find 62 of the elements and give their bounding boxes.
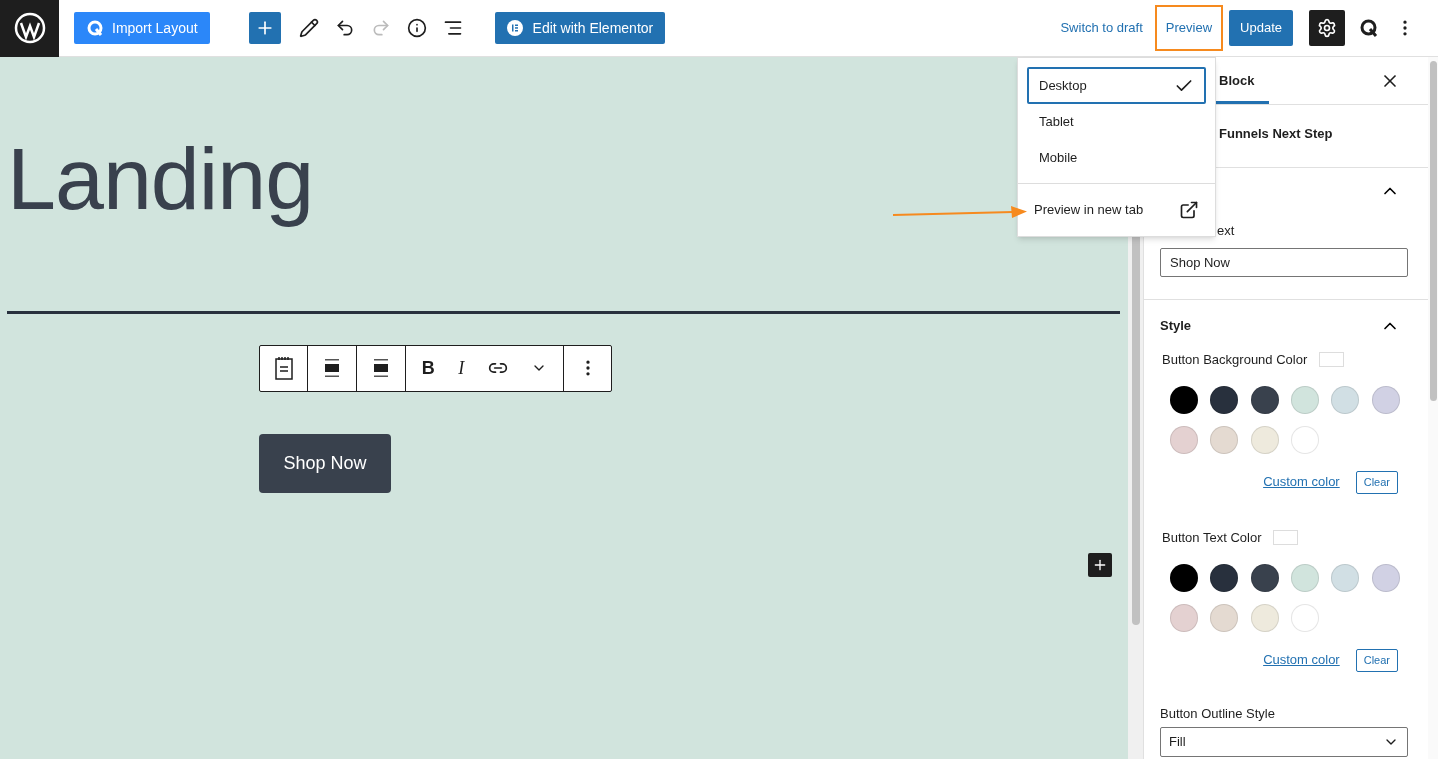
pencil-icon[interactable]	[298, 18, 319, 38]
external-link-icon	[1179, 200, 1199, 220]
shop-now-button[interactable]: Shop Now	[259, 433, 391, 493]
device-option[interactable]: Desktop	[1027, 67, 1206, 104]
color-swatch[interactable]	[1250, 385, 1279, 414]
align-icon[interactable]	[373, 358, 389, 379]
italic-button[interactable]: I	[458, 354, 465, 382]
bold-button[interactable]: B	[421, 354, 435, 382]
color-swatch[interactable]	[1250, 563, 1279, 592]
color-swatch[interactable]	[1210, 385, 1239, 414]
custom-color-link[interactable]: Custom color	[1263, 650, 1340, 670]
field-label: ext	[1217, 222, 1236, 240]
color-swatch[interactable]	[1371, 385, 1400, 414]
custom-color-link[interactable]: Custom color	[1263, 472, 1340, 492]
color-swatch[interactable]	[1170, 603, 1198, 632]
color-swatch[interactable]	[1170, 385, 1198, 414]
color-swatch[interactable]	[1371, 563, 1400, 592]
preview-new-tab-item[interactable]: Preview in new tab	[1018, 184, 1215, 236]
color-indicator	[1273, 529, 1299, 545]
color-swatch[interactable]	[1210, 603, 1239, 632]
clear-button[interactable]: Clear	[1355, 470, 1398, 494]
setting-label: Button Text Color	[1162, 529, 1262, 545]
color-swatch[interactable]	[1331, 385, 1360, 414]
color-swatch[interactable]	[1291, 425, 1319, 454]
setting-label: Button Background Color	[1162, 351, 1308, 367]
elementor-icon	[506, 20, 523, 36]
update-button[interactable]: Update	[1229, 10, 1293, 46]
align-icon[interactable]	[324, 358, 340, 379]
color-swatch[interactable]	[1250, 603, 1279, 632]
settings-button[interactable]	[1309, 10, 1345, 46]
add-block-button[interactable]	[1088, 552, 1112, 577]
button-text-field[interactable]: Shop Now	[1160, 247, 1408, 277]
notepad-icon[interactable]	[274, 356, 293, 381]
gear-icon	[1317, 18, 1337, 38]
preview-button[interactable]: Preview	[1154, 5, 1224, 51]
color-swatch[interactable]	[1170, 563, 1198, 592]
color-swatch[interactable]	[1331, 563, 1360, 592]
color-swatch[interactable]	[1210, 563, 1239, 592]
q-logo-icon[interactable]	[1359, 18, 1379, 38]
scrollbar-thumb[interactable]	[1429, 61, 1437, 401]
import-layout-button[interactable]: Import Layout	[74, 12, 210, 44]
outline-style-select[interactable]: Fill	[1160, 727, 1408, 757]
device-option[interactable]: Mobile	[1027, 139, 1206, 176]
block-name: Funnels Next Step	[1219, 125, 1333, 143]
wordpress-logo[interactable]	[0, 0, 59, 57]
color-indicator	[1319, 351, 1345, 367]
info-icon[interactable]	[406, 18, 427, 38]
undo-icon[interactable]	[334, 18, 355, 38]
device-option[interactable]: Tablet	[1027, 103, 1206, 140]
setting-label: Button Outline Style	[1160, 704, 1276, 723]
color-swatch[interactable]	[1291, 385, 1319, 414]
color-swatch[interactable]	[1291, 563, 1319, 592]
clear-button[interactable]: Clear	[1355, 648, 1398, 672]
color-swatch[interactable]	[1250, 425, 1279, 454]
color-swatch[interactable]	[1210, 425, 1239, 454]
list-view-icon[interactable]	[442, 18, 463, 38]
q-logo-icon	[86, 19, 104, 37]
switch-to-draft-link[interactable]: Switch to draft	[1060, 18, 1143, 38]
edit-with-elementor-button[interactable]: Edit with Elementor	[494, 12, 666, 44]
color-swatch[interactable]	[1291, 603, 1319, 632]
section-title[interactable]: Style	[1160, 315, 1192, 336]
color-swatch[interactable]	[1170, 425, 1198, 454]
